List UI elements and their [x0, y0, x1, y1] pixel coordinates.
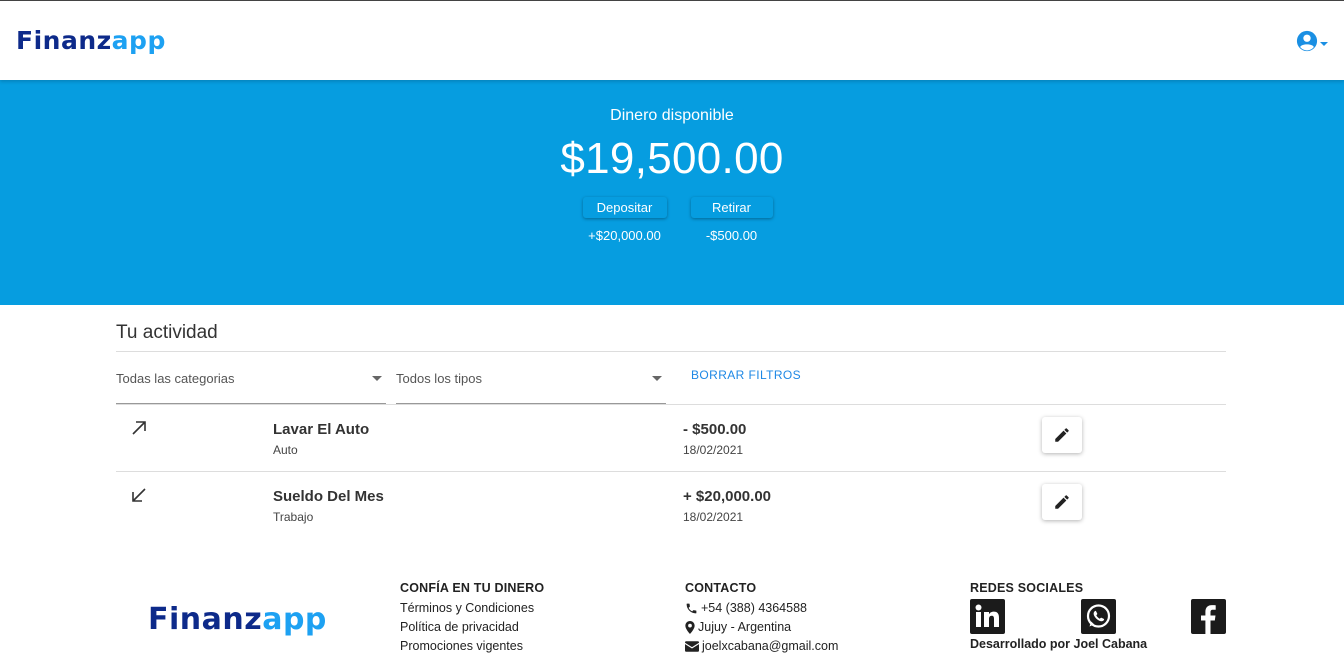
category-filter-select[interactable]: Todas las categorias [116, 352, 386, 404]
balance-actions: Depositar +$20,000.00 Retirar -$500.00 [11, 197, 1344, 243]
category-filter-value: Todas las categorias [116, 371, 235, 386]
social-column: REDES SOCIALES Desarrollado por Joel Cab… [970, 581, 1226, 651]
arrow-down-left-icon [132, 488, 146, 502]
activity-date: 18/02/2021 [683, 443, 744, 457]
chevron-down-icon [1320, 41, 1328, 46]
whatsapp-icon[interactable] [1080, 599, 1116, 634]
footer-logo[interactable]: Finanz app [148, 602, 327, 637]
activity-name: Lavar El Auto [273, 421, 370, 438]
activity-category: Trabajo [273, 510, 314, 524]
deposit-button[interactable]: Depositar [582, 197, 667, 218]
activity-date: 18/02/2021 [683, 510, 744, 524]
withdraw-button[interactable]: Retirar [690, 197, 773, 218]
contact-phone: +54 (388) 4364588 [685, 599, 838, 618]
logo-text-finanz: Finanz [16, 26, 112, 55]
deposit-total: +$20,000.00 [588, 228, 661, 243]
logo-text-finanz: Finanz [148, 602, 263, 637]
activity-row: Sueldo Del Mes Trabajo + $20,000.00 18/0… [116, 472, 1226, 539]
contact-heading: CONTACTO [685, 581, 757, 595]
pencil-icon [1055, 428, 1069, 442]
type-filter-select[interactable]: Todos los tipos [396, 352, 666, 404]
developer-credit: Desarrollado por Joel Cabana [970, 637, 1148, 651]
trust-heading: CONFÍA EN TU DINERO [400, 581, 545, 595]
clear-filters-button[interactable]: BORRAR FILTROS [691, 368, 801, 404]
deposit-column: Depositar +$20,000.00 [582, 197, 667, 243]
contact-email: joelxcabana@gmail.com [685, 637, 838, 656]
activity-section: Tu actividad Todas las categorias Todos … [116, 305, 1226, 539]
activity-category: Auto [273, 443, 298, 457]
withdraw-total: -$500.00 [705, 228, 758, 243]
user-menu-button[interactable] [1296, 30, 1328, 52]
footer: Finanz app CONFÍA EN TU DINERO Términos y… [0, 570, 1344, 660]
app-logo[interactable]: Finanz app [16, 26, 166, 55]
edit-button[interactable] [1042, 417, 1082, 453]
dropdown-arrow-icon [372, 376, 382, 381]
balance-banner: Dinero disponible $19,500.00 Depositar +… [0, 80, 1344, 305]
pencil-icon [1055, 495, 1069, 509]
activity-amount: + $20,000.00 [683, 488, 772, 505]
navbar: Finanz app [0, 1, 1344, 80]
type-filter-value: Todos los tipos [396, 371, 482, 386]
trust-column: CONFÍA EN TU DINERO Términos y Condicion… [400, 581, 544, 656]
activity-filters: Todas las categorias Todos los tipos BOR… [116, 352, 1226, 405]
withdraw-column: Retirar -$500.00 [690, 197, 773, 243]
social-icons [970, 599, 1226, 634]
linkedin-icon[interactable] [970, 599, 1005, 634]
location-text: Jujuy - Argentina [698, 620, 792, 634]
arrow-up-right-icon [132, 421, 146, 435]
edit-button[interactable] [1042, 484, 1082, 520]
logo-text-app: app [111, 26, 166, 55]
facebook-icon[interactable] [1191, 599, 1226, 634]
balance-label: Dinero disponible [610, 107, 734, 124]
envelope-icon [685, 641, 699, 652]
dropdown-arrow-icon [652, 376, 662, 381]
map-marker-icon [685, 621, 695, 634]
activity-name: Sueldo Del Mes [273, 488, 384, 505]
contact-location: Jujuy - Argentina [685, 618, 838, 637]
social-heading: REDES SOCIALES [970, 581, 1084, 595]
phone-text: +54 (388) 4364588 [701, 601, 807, 615]
logo-text-app: app [262, 602, 327, 637]
account-circle-icon [1296, 30, 1318, 51]
promotions-link[interactable]: Promociones vigentes [400, 637, 544, 656]
contact-column: CONTACTO +54 (388) 4364588 Jujuy - Argen… [685, 581, 838, 656]
privacy-link[interactable]: Política de privacidad [400, 618, 544, 637]
email-text[interactable]: joelxcabana@gmail.com [702, 637, 838, 656]
phone-icon [686, 603, 697, 614]
balance-amount: $19,500.00 [560, 134, 784, 183]
activity-row: Lavar El Auto Auto - $500.00 18/02/2021 [116, 405, 1226, 472]
activity-title: Tu actividad [116, 305, 1226, 352]
activity-amount: - $500.00 [683, 421, 747, 438]
terms-link[interactable]: Términos y Condiciones [400, 599, 544, 618]
